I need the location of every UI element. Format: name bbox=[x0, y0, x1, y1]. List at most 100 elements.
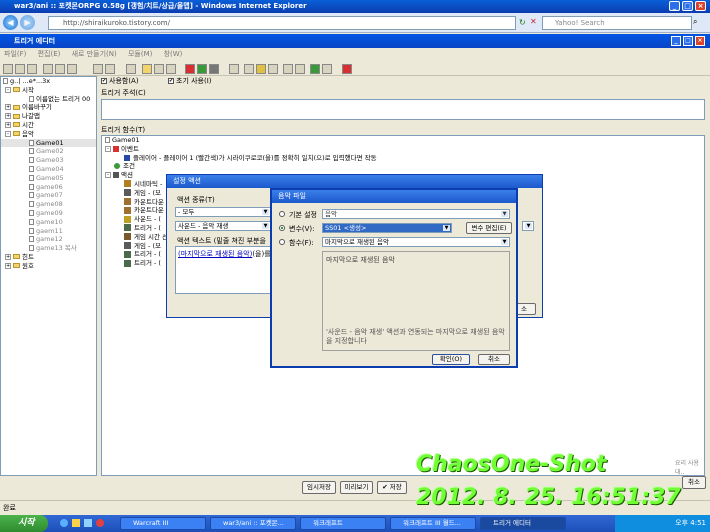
func-condition-node[interactable]: 조건 bbox=[102, 162, 704, 171]
tree-item[interactable]: Game05 bbox=[1, 174, 96, 183]
ai-editor-icon[interactable] bbox=[295, 64, 305, 74]
tree-item[interactable]: Game03 bbox=[1, 156, 96, 165]
search-input[interactable]: Yahoo! Search bbox=[542, 16, 692, 30]
save-icon[interactable] bbox=[27, 64, 37, 74]
start-button[interactable]: 시작 bbox=[0, 515, 48, 532]
tree-item[interactable]: game07 bbox=[1, 191, 96, 200]
tree-item[interactable]: Game01 bbox=[1, 138, 96, 148]
variable-radio-label[interactable]: 변수(V): bbox=[289, 224, 315, 234]
initial-checkbox[interactable]: ✔ 초기 사용(I) bbox=[168, 77, 212, 86]
task-trigger-editor[interactable]: 트리거 에디터 bbox=[480, 517, 566, 530]
menu-new[interactable]: 새로 만들기(N) bbox=[72, 50, 117, 58]
tree-item[interactable]: - 시작 bbox=[1, 86, 96, 95]
object-manager-icon[interactable] bbox=[310, 64, 320, 74]
expand-toggle[interactable]: + bbox=[5, 121, 11, 128]
menu-window[interactable]: 창(W) bbox=[164, 50, 183, 58]
expand-toggle[interactable]: + bbox=[5, 253, 11, 260]
variable-dropdown[interactable]: SS01 <생성> ▼ bbox=[322, 223, 452, 233]
tree-item[interactable]: gaem11 bbox=[1, 227, 96, 236]
tree-item[interactable]: + 힌트 bbox=[1, 253, 96, 262]
function-dropdown[interactable]: 마지막으로 재생된 음악 ▼ bbox=[322, 237, 510, 247]
condition-icon[interactable] bbox=[197, 64, 207, 74]
task-warcraft-folder[interactable]: 워크래프트 bbox=[300, 517, 386, 530]
close-button[interactable]: × bbox=[695, 1, 706, 11]
object-editor-icon[interactable] bbox=[268, 64, 278, 74]
app-quicklaunch-icon[interactable] bbox=[96, 519, 104, 527]
menu-file[interactable]: 파일(F) bbox=[4, 50, 26, 58]
editor-minimize-button[interactable]: _ bbox=[671, 36, 681, 46]
maximize-button[interactable]: □ bbox=[682, 1, 693, 11]
expand-toggle[interactable]: + bbox=[5, 262, 11, 269]
tree-item[interactable]: + 시간 bbox=[1, 121, 96, 130]
task-world-editor[interactable]: 워크래프트 III 월드... bbox=[390, 517, 476, 530]
editor-maximize-button[interactable]: □ bbox=[683, 36, 693, 46]
media-quicklaunch-icon[interactable] bbox=[84, 519, 92, 527]
tree-item[interactable]: - 음악 bbox=[1, 130, 96, 139]
music-cancel-button[interactable]: 취소 bbox=[478, 354, 510, 365]
terrain-editor-icon[interactable] bbox=[229, 64, 239, 74]
action-type-dropdown[interactable]: - 모두 ▼ bbox=[175, 207, 271, 217]
tree-item[interactable]: game08 bbox=[1, 200, 96, 209]
func-event-item[interactable]: 플레이어 - 플레이어 1 (빨간색)가 시라이쿠로코(을)를 정확히 일치(으… bbox=[102, 154, 704, 163]
action-icon[interactable] bbox=[209, 64, 219, 74]
expand-toggle[interactable]: - bbox=[5, 86, 11, 93]
variable-radio[interactable] bbox=[279, 225, 285, 231]
tree-item[interactable]: game12 bbox=[1, 235, 96, 244]
tree-item[interactable]: game10 bbox=[1, 218, 96, 227]
expand-toggle[interactable]: + bbox=[5, 113, 11, 120]
open-icon[interactable] bbox=[15, 64, 25, 74]
close-editor-button[interactable]: 취소 bbox=[682, 476, 706, 489]
campaign-editor-icon[interactable] bbox=[283, 64, 293, 74]
expand-toggle[interactable]: - bbox=[5, 130, 11, 137]
expand-toggle[interactable]: + bbox=[5, 104, 11, 111]
tree-item[interactable]: + 나갈맵 bbox=[1, 112, 96, 121]
tree-item[interactable]: + 원호 bbox=[1, 262, 96, 271]
comment-textarea[interactable] bbox=[101, 99, 705, 120]
event-icon[interactable] bbox=[185, 64, 195, 74]
minimize-button[interactable]: _ bbox=[669, 1, 680, 11]
enabled-checkbox[interactable]: ✔ 사용함(A) bbox=[101, 77, 139, 86]
tree-item[interactable]: game13 복사 bbox=[1, 244, 96, 253]
test-map-icon[interactable] bbox=[342, 64, 352, 74]
url-field[interactable]: http://shiraikuroko.tistory.com/ bbox=[48, 16, 516, 30]
action-text-link[interactable]: (마지막으로 재생된 음악) bbox=[178, 250, 252, 258]
preview-button[interactable]: 미리보기 bbox=[340, 481, 373, 494]
tree-item[interactable]: game06 bbox=[1, 183, 96, 192]
new-trigger-icon[interactable] bbox=[154, 64, 164, 74]
new-category-icon[interactable] bbox=[142, 64, 152, 74]
temp-save-button[interactable]: 임시저장 bbox=[302, 481, 336, 494]
sound-editor-icon[interactable] bbox=[256, 64, 266, 74]
editor-close-button[interactable]: × bbox=[695, 36, 705, 46]
default-value-dropdown[interactable]: 음악 ▼ bbox=[322, 209, 510, 219]
func-trigger-name[interactable]: Game01 bbox=[102, 136, 704, 145]
forward-button[interactable]: ▶ bbox=[20, 15, 35, 30]
ie-quicklaunch-icon[interactable] bbox=[60, 519, 68, 527]
redo-icon[interactable] bbox=[105, 64, 115, 74]
trigger-editor-icon[interactable] bbox=[244, 64, 254, 74]
menu-edit[interactable]: 편집(E) bbox=[38, 50, 61, 58]
task-warcraft[interactable]: Warcraft III bbox=[120, 517, 206, 530]
new-comment-icon[interactable] bbox=[166, 64, 176, 74]
tree-item[interactable]: Game04 bbox=[1, 165, 96, 174]
default-radio-label[interactable]: 기본 설정 bbox=[289, 210, 317, 220]
task-browser[interactable]: war3/ani :: 포켓몬... bbox=[210, 517, 296, 530]
action-dropdown-right[interactable]: ▼ bbox=[522, 221, 534, 231]
action-dropdown[interactable]: 사운드 - 음악 재생 ▼ bbox=[175, 221, 271, 231]
search-icon[interactable]: ⌕ bbox=[693, 17, 697, 27]
cut-icon[interactable] bbox=[43, 64, 53, 74]
refresh-icon[interactable]: ↻ bbox=[519, 18, 526, 27]
trigger-tree[interactable]: g..| ...e*...3x - 시작 이름없는 트리거 00 + 이름바꾸기 + 나갈맵… bbox=[0, 76, 97, 476]
default-radio[interactable] bbox=[279, 211, 285, 217]
paste-icon[interactable] bbox=[67, 64, 77, 74]
clock[interactable]: 오후 4:51 bbox=[675, 519, 706, 527]
tree-item[interactable]: Game02 bbox=[1, 147, 96, 156]
delete-icon[interactable] bbox=[126, 64, 136, 74]
menu-module[interactable]: 모듈(M) bbox=[128, 50, 152, 58]
music-ok-button[interactable]: 확인(O) bbox=[432, 354, 470, 365]
import-manager-icon[interactable] bbox=[322, 64, 332, 74]
tree-item[interactable]: + 이름바꾸기 bbox=[1, 103, 96, 112]
stop-icon[interactable]: ✕ bbox=[530, 17, 537, 26]
func-event-node[interactable]: - 이벤트 bbox=[102, 145, 704, 154]
tree-root[interactable]: g..| ...e*...3x bbox=[1, 77, 96, 86]
action-text-box[interactable]: (마지막으로 재생된 음악)(을)를 재 bbox=[175, 246, 271, 294]
